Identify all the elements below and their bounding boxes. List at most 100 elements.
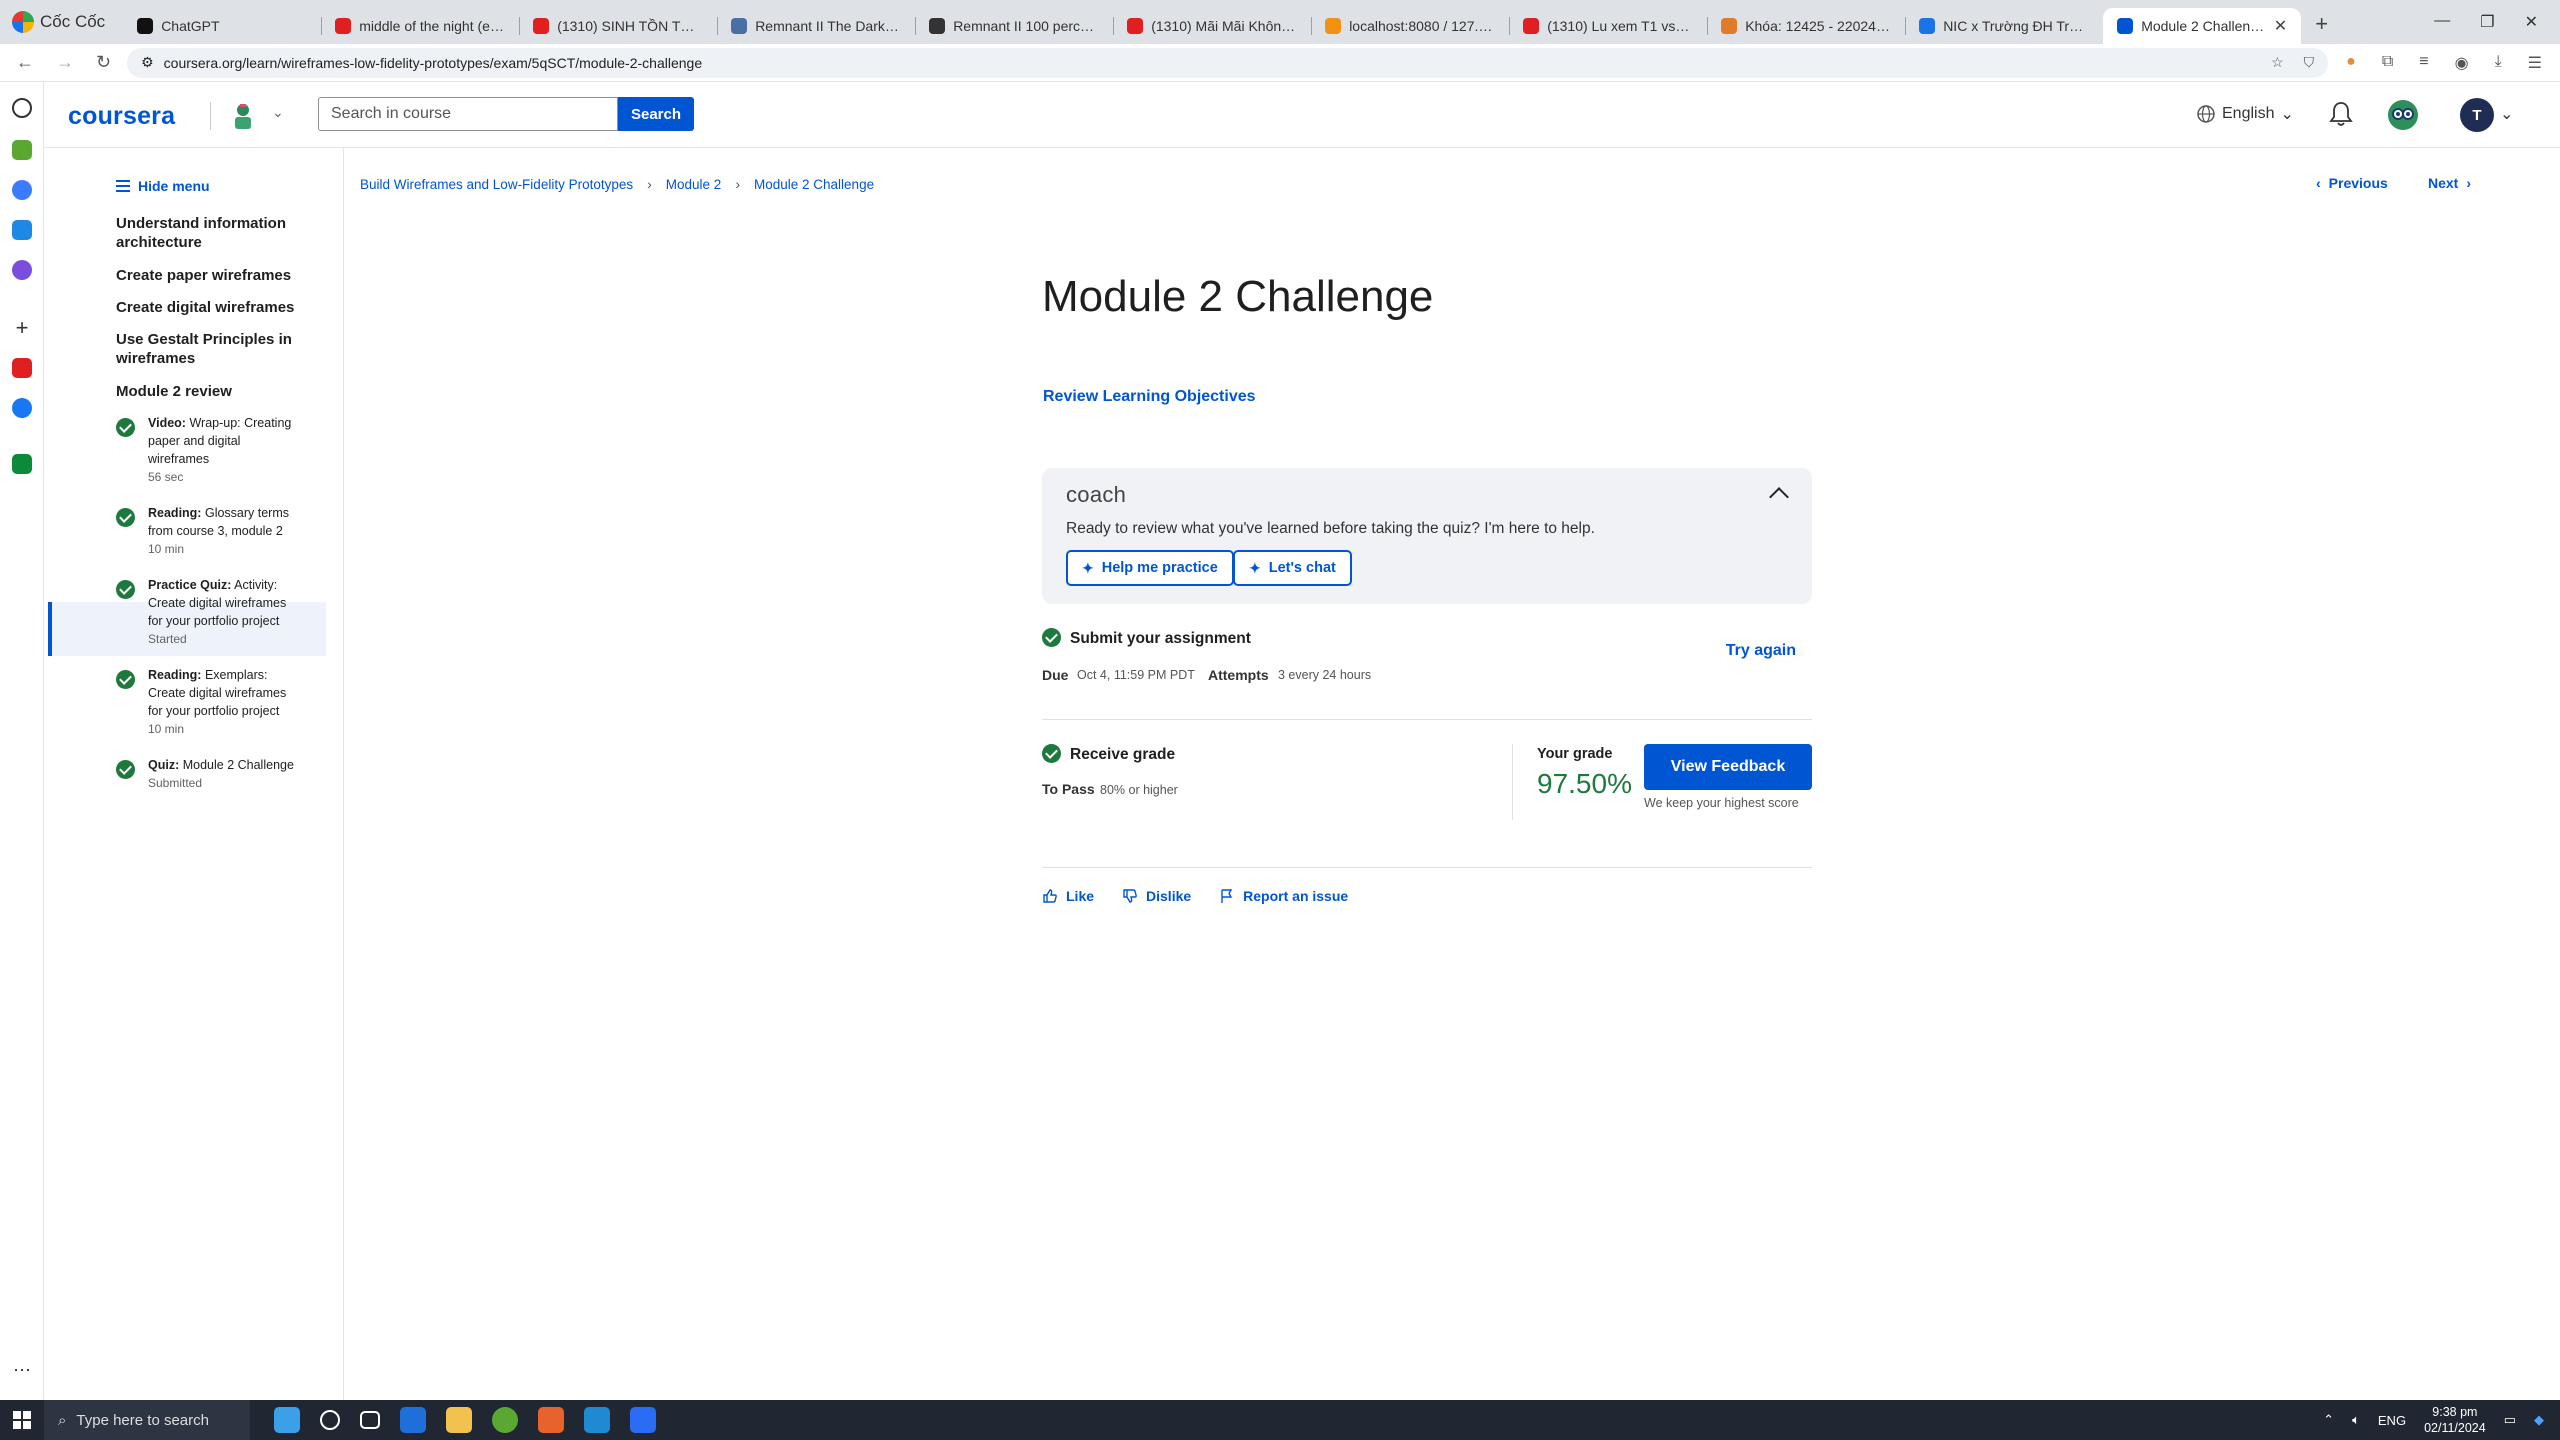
chevron-up-icon[interactable] [1769, 487, 1789, 507]
sidebar-item-module-challenge[interactable]: Quiz: Module 2 Challenge Submitted [116, 756, 316, 796]
browser-brand[interactable]: Cốc Cốc [0, 0, 123, 44]
reload-icon[interactable]: ↻ [96, 52, 111, 73]
browser-tab[interactable]: (1310) Lu xem T1 vs BL [1509, 8, 1707, 44]
chevron-down-icon[interactable]: ⌄ [272, 104, 284, 121]
view-feedback-button[interactable]: View Feedback [1644, 744, 1812, 790]
item-title: Module 2 Challenge [182, 758, 294, 772]
widget-tray-icon[interactable]: ◆ [2534, 1412, 2544, 1428]
review-objectives-link[interactable]: Review Learning Objectives [1043, 388, 1256, 406]
grade-divider [1512, 744, 1513, 820]
grade-value: 97.50% [1537, 768, 1632, 799]
close-window-icon[interactable]: ✕ [2525, 12, 2538, 32]
browser-tab-active[interactable]: Module 2 Challenge | ✕ [2103, 8, 2302, 44]
next-button[interactable]: Next › [2428, 175, 2471, 191]
app-icon[interactable] [12, 454, 32, 474]
file-explorer-icon[interactable] [446, 1407, 472, 1433]
zalo-icon[interactable] [12, 220, 32, 240]
sidebar-item-exemplars[interactable]: Reading: Exemplars: Create digital wiref… [116, 666, 316, 746]
url-field[interactable]: ⚙ coursera.org/learn/wireframes-low-fide… [127, 47, 2329, 78]
language-indicator[interactable]: ENG [2378, 1413, 2406, 1428]
widget-icon[interactable] [274, 1407, 300, 1433]
hide-menu-button[interactable]: Hide menu [116, 178, 210, 194]
volume-icon[interactable]: 🔈︎ [2352, 1412, 2360, 1428]
search-app-icon[interactable] [12, 260, 32, 280]
xampp-icon[interactable] [538, 1407, 564, 1433]
coach-bot-icon[interactable] [2386, 98, 2420, 132]
browser-tab[interactable]: (1310) Mãi Mãi Không Phải [1113, 8, 1311, 44]
add-icon[interactable]: + [12, 317, 32, 339]
browser-tab[interactable]: NIC x Trường ĐH Trà Vinh [1905, 8, 2103, 44]
browser-tab[interactable]: Remnant II The Dark Horizo [717, 8, 915, 44]
chevron-down-icon[interactable]: ⌄ [2500, 104, 2513, 124]
user-avatar[interactable]: T [2460, 98, 2494, 132]
sidebar-section-information-architecture[interactable]: Understand information architecture [116, 214, 316, 252]
receive-grade-title: Receive grade [1070, 746, 1176, 763]
breadcrumb-course[interactable]: Build Wireframes and Low-Fidelity Protot… [360, 177, 633, 192]
browser-tab[interactable]: (1310) SINH TỒN TẬN THẾ [519, 8, 717, 44]
taskbar-search[interactable]: ⌕ Type here to search [44, 1400, 250, 1440]
site-info-icon[interactable]: ⚙ [141, 54, 154, 71]
chevron-up-icon[interactable]: ⌃ [2323, 1412, 2334, 1428]
extension-icon[interactable]: ● [2346, 53, 2356, 73]
menu-icon[interactable]: ☰ [2528, 53, 2542, 73]
task-view-icon[interactable] [360, 1411, 380, 1429]
shield-icon[interactable]: ⛉ [2304, 54, 2315, 71]
help-me-practice-button[interactable]: ✦ Help me practice [1066, 550, 1234, 586]
minimize-icon[interactable]: — [2434, 12, 2450, 32]
facebook-icon[interactable] [12, 398, 32, 418]
browser-tab[interactable]: Remnant II 100 percent Sav [915, 8, 1113, 44]
restore-icon[interactable]: ❐ [2480, 12, 2494, 32]
profile-icon[interactable]: ◉ [2455, 53, 2469, 73]
more-icon[interactable]: ⋯ [12, 1361, 32, 1382]
coccoc-taskbar-icon[interactable] [492, 1407, 518, 1433]
messenger-icon[interactable] [12, 180, 32, 200]
vscode-icon[interactable] [584, 1407, 610, 1433]
back-icon[interactable]: ← [16, 52, 34, 73]
youtube-icon[interactable] [12, 358, 32, 378]
store-icon[interactable] [400, 1407, 426, 1433]
report-issue-button[interactable]: Report an issue [1219, 888, 1348, 904]
sidebar-section-module-review[interactable]: Module 2 review [116, 382, 316, 401]
media-icon[interactable]: ≡ [2419, 53, 2428, 73]
browser-tab[interactable]: localhost:8080 / 127.0.0.1 / [1311, 8, 1509, 44]
browser-tab[interactable]: ChatGPT [123, 8, 321, 44]
history-icon[interactable] [12, 98, 32, 118]
search-button[interactable]: Search [618, 97, 694, 131]
puzzle-icon[interactable]: ⧉ [2382, 53, 2393, 73]
sidebar-item-glossary[interactable]: Reading: Glossary terms from course 3, m… [116, 504, 316, 564]
forward-icon[interactable]: → [56, 52, 74, 73]
submit-assignment-section: Submit your assignment Due Oct 4, 11:59 … [1042, 626, 1812, 720]
notification-icon[interactable]: ▭ [2504, 1412, 2516, 1428]
lets-chat-button[interactable]: ✦ Let's chat [1233, 550, 1352, 586]
like-button[interactable]: Like [1042, 888, 1094, 904]
windows-start-button[interactable] [0, 1411, 44, 1429]
language-selector[interactable]: English ⌄ [2196, 104, 2294, 124]
bookmark-star-icon[interactable]: ☆ [2271, 54, 2284, 71]
breadcrumb-module[interactable]: Module 2 [666, 177, 722, 192]
previous-button[interactable]: ‹ Previous [2316, 175, 2388, 191]
completed-check-icon [1042, 628, 1061, 647]
sidebar-item-video-wrapup[interactable]: Video: Wrap-up: Creating paper and digit… [116, 414, 316, 494]
tab-favicon-icon [929, 18, 946, 34]
close-tab-icon[interactable]: ✕ [2274, 16, 2287, 36]
new-tab-button[interactable]: + [2301, 11, 2342, 37]
clock[interactable]: 9:38 pm 02/11/2024 [2424, 1404, 2486, 1436]
search-input[interactable]: Search in course [318, 97, 618, 131]
sidebar-item-practice-quiz[interactable]: Practice Quiz: Activity: Create digital … [116, 576, 316, 656]
dislike-button[interactable]: Dislike [1122, 888, 1191, 904]
browser-tab[interactable]: Khóa: 12425 - 220245 - Tư [1707, 8, 1905, 44]
sidebar-section-paper-wireframes[interactable]: Create paper wireframes [116, 266, 316, 285]
zalo-taskbar-icon[interactable] [630, 1407, 656, 1433]
browser-tab[interactable]: middle of the night (extend [321, 8, 519, 44]
notification-bell-icon[interactable] [2328, 100, 2354, 128]
ai-icon[interactable] [12, 140, 32, 160]
organization-avatar-icon[interactable] [226, 98, 260, 132]
system-tray: ⌃ 🔈︎ ENG 9:38 pm 02/11/2024 ▭ ◆ [2323, 1404, 2560, 1436]
sidebar-section-digital-wireframes[interactable]: Create digital wireframes [116, 298, 316, 317]
try-again-button[interactable]: Try again [1726, 642, 1796, 660]
download-icon[interactable]: ⤓ [2495, 53, 2502, 73]
breadcrumb-current[interactable]: Module 2 Challenge [754, 177, 874, 192]
coursera-logo[interactable]: coursera [68, 102, 175, 131]
sidebar-section-gestalt[interactable]: Use Gestalt Principles in wireframes [116, 330, 316, 368]
cortana-icon[interactable] [320, 1410, 340, 1430]
